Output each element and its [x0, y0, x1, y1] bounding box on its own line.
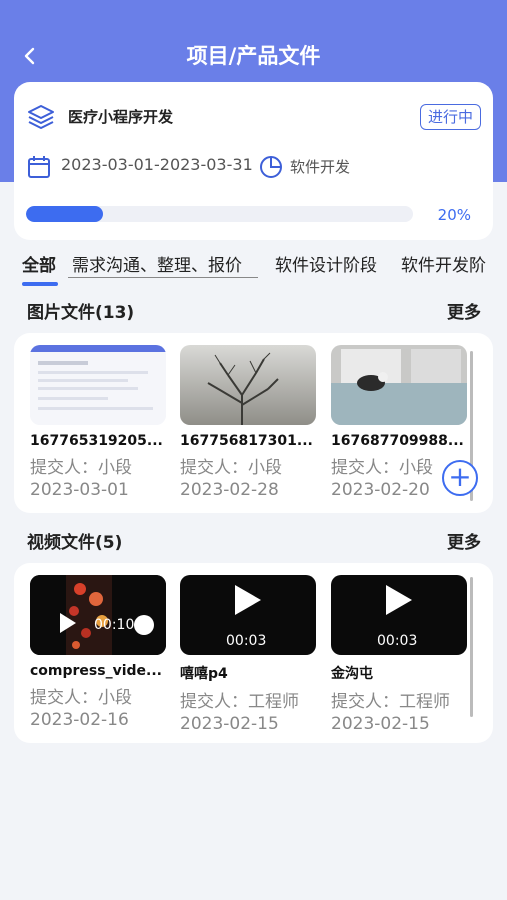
tab-divider [68, 277, 258, 278]
image-date: 2023-03-01 [30, 480, 129, 500]
plus-icon: + [448, 460, 472, 493]
video-duration: 00:10 [94, 617, 135, 633]
layers-icon [28, 105, 54, 129]
progress-bar [26, 206, 413, 222]
image-files-panel: 167765319205... 提交人：小段 2023-03-01 167756… [14, 333, 493, 513]
video-date: 2023-02-15 [180, 714, 279, 734]
videos-section-title: 视频文件(5) [27, 533, 123, 553]
tab-requirements[interactable]: 需求沟通、整理、报价 [72, 254, 242, 278]
play-icon [60, 613, 76, 633]
images-more-button[interactable]: 更多 [447, 298, 481, 323]
image-thumbnail [331, 345, 467, 425]
calendar-icon [28, 156, 50, 178]
play-icon [235, 585, 261, 615]
image-thumbnail [180, 345, 316, 425]
video-file-name: 金沟屯 [331, 666, 373, 682]
project-category: 软件开发 [290, 158, 351, 176]
image-file-name: 167687709988... [331, 433, 464, 449]
pie-chart-icon [260, 156, 282, 178]
video-date: 2023-02-15 [331, 714, 430, 734]
video-duration: 00:03 [226, 633, 267, 649]
progress-text: 20% [437, 206, 471, 224]
category-tabs: 全部 需求沟通、整理、报价 软件设计阶段 软件开发阶 [0, 254, 507, 288]
page-title: 项目/产品文件 [186, 44, 321, 68]
video-scrollbar[interactable] [470, 577, 473, 717]
image-submitter: 提交人：小段 [180, 458, 282, 478]
video-date: 2023-02-16 [30, 710, 129, 730]
add-file-button[interactable]: + [442, 460, 478, 496]
video-files-panel: 00:10 compress_vide... 提交人：小段 2023-02-16… [14, 563, 493, 743]
video-thumbnail: 00:03 [331, 575, 467, 655]
video-submitter: 提交人：工程师 [331, 692, 450, 712]
video-file-name: compress_vide... [30, 663, 162, 679]
video-submitter: 提交人：小段 [30, 688, 132, 708]
image-file-name: 167765319205... [30, 433, 163, 449]
video-file-name: 嘻嘻p4 [180, 666, 228, 682]
progress-knob-icon [134, 615, 154, 635]
video-submitter: 提交人：工程师 [180, 692, 299, 712]
video-file-item[interactable]: 00:03 嘻嘻p4 提交人：工程师 2023-02-15 [180, 575, 316, 734]
image-file-name: 167756817301... [180, 433, 313, 449]
tab-active-indicator [22, 282, 58, 286]
images-section-title: 图片文件(13) [27, 303, 135, 323]
date-range: 2023-03-01-2023-03-31 [61, 155, 253, 174]
tab-development[interactable]: 软件开发阶 [401, 254, 486, 278]
project-name: 医疗小程序开发 [68, 108, 174, 126]
image-thumbnail [30, 345, 166, 425]
video-file-item[interactable]: 00:10 compress_vide... 提交人：小段 2023-02-16 [30, 575, 166, 730]
image-date: 2023-02-28 [180, 480, 279, 500]
video-duration: 00:03 [377, 633, 418, 649]
image-file-item[interactable]: 167765319205... 提交人：小段 2023-03-01 [30, 345, 166, 500]
image-file-item[interactable]: 167756817301... 提交人：小段 2023-02-28 [180, 345, 316, 500]
status-badge: 进行中 [419, 104, 481, 130]
tab-design[interactable]: 软件设计阶段 [275, 254, 377, 278]
play-icon [386, 585, 412, 615]
video-thumbnail: 00:10 [30, 575, 166, 655]
video-thumbnail: 00:03 [180, 575, 316, 655]
progress-fill [26, 206, 104, 222]
tab-all[interactable]: 全部 [22, 254, 56, 278]
project-card: 医疗小程序开发 进行中 2023-03-01-2023-03-31 软件开发 2… [14, 82, 493, 240]
video-file-item[interactable]: 00:03 金沟屯 提交人：工程师 2023-02-15 [331, 575, 467, 734]
videos-more-button[interactable]: 更多 [447, 528, 481, 553]
image-submitter: 提交人：小段 [30, 458, 132, 478]
